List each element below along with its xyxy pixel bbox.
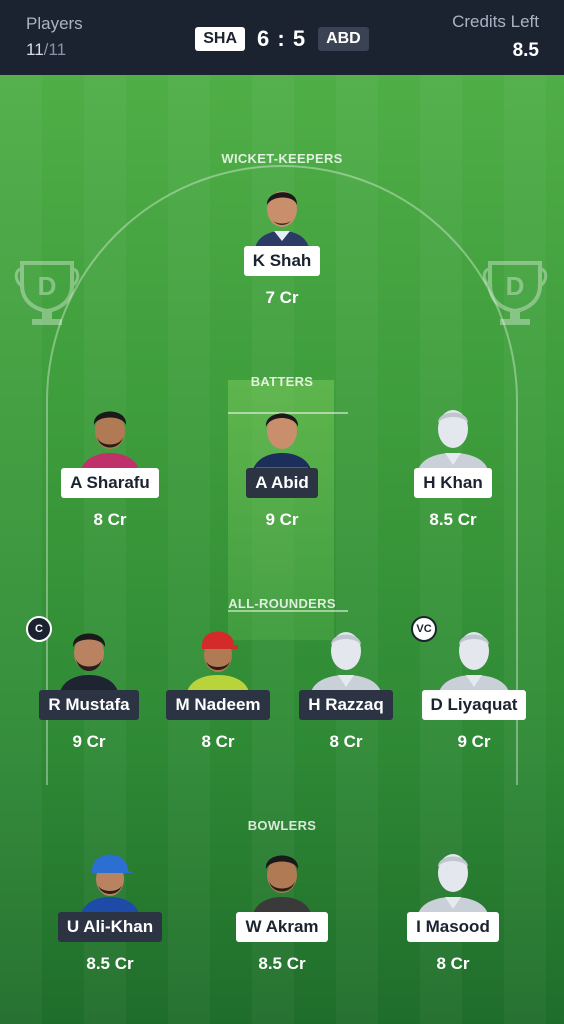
player-card-i-masood[interactable]: I Masood 8 Cr xyxy=(388,843,518,974)
player-credits: 9 Cr xyxy=(72,732,106,751)
player-name-chip: H Razzaq xyxy=(299,690,393,720)
svg-text:D: D xyxy=(506,271,525,301)
player-credits: 7 Cr xyxy=(265,288,299,307)
player-card-a-abid[interactable]: A Abid 9 Cr xyxy=(217,399,347,530)
player-card-u-ali-khan[interactable]: U Ali-Khan 8.5 Cr xyxy=(45,843,175,974)
player-credits: 8 Cr xyxy=(93,510,127,529)
player-silhouette-icon xyxy=(413,843,493,918)
player-photo-icon xyxy=(178,621,258,696)
credits-value: 8.5 xyxy=(512,40,539,61)
player-name-chip: R Mustafa xyxy=(39,690,139,720)
player-silhouette-icon xyxy=(413,399,493,474)
player-photo-icon xyxy=(70,843,150,918)
player-credits: 9 Cr xyxy=(265,510,299,529)
away-team-tag: ABD xyxy=(318,27,369,51)
player-photo-icon xyxy=(49,621,129,696)
player-credits: 9 Cr xyxy=(457,732,491,751)
player-card-k-shah[interactable]: K Shah 7 Cr xyxy=(217,177,347,308)
player-name-chip: W Akram xyxy=(236,912,328,942)
player-name-chip: K Shah xyxy=(243,246,321,276)
player-photo-icon xyxy=(242,843,322,918)
player-card-a-sharafu[interactable]: A Sharafu 8 Cr xyxy=(45,399,175,530)
player-name-chip: M Nadeem xyxy=(166,690,270,720)
player-name-chip: I Masood xyxy=(407,912,499,942)
section-title-bowlers: BOWLERS xyxy=(247,818,317,833)
dream-logo-icon-right: D xyxy=(482,261,548,325)
credits-left-block: Credits Left 8.5 xyxy=(452,12,539,62)
svg-text:D: D xyxy=(38,271,57,301)
player-credits: 8.5 Cr xyxy=(86,954,134,973)
player-card-d-liyaquat[interactable]: D Liyaquat 9 Cr xyxy=(409,621,539,752)
player-name-chip: H Khan xyxy=(414,468,492,498)
home-team-tag: SHA xyxy=(195,27,246,51)
player-name-chip: D Liyaquat xyxy=(421,690,527,720)
player-credits: 8 Cr xyxy=(201,732,235,751)
player-credits: 8.5 Cr xyxy=(258,954,306,973)
player-photo-icon xyxy=(70,399,150,474)
player-silhouette-icon xyxy=(306,621,386,696)
player-silhouette-icon xyxy=(434,621,514,696)
player-name-chip: A Sharafu xyxy=(61,468,159,498)
player-credits: 8.5 Cr xyxy=(429,510,477,529)
section-title-wicket-keepers: WICKET-KEEPERS xyxy=(221,151,343,166)
player-card-h-khan[interactable]: H Khan 8.5 Cr xyxy=(388,399,518,530)
player-card-w-akram[interactable]: W Akram 8.5 Cr xyxy=(217,843,347,974)
player-credits: 8 Cr xyxy=(436,954,470,973)
cricket-field: D D WICKET-KEEPERS BATTERS ALL-ROUNDERS … xyxy=(0,75,564,1024)
player-name-chip: A Abid xyxy=(246,468,318,498)
player-card-h-razzaq[interactable]: H Razzaq 8 Cr xyxy=(281,621,411,752)
player-photo-icon xyxy=(242,177,322,252)
player-photo-icon xyxy=(242,399,322,474)
player-card-m-nadeem[interactable]: M Nadeem 8 Cr xyxy=(153,621,283,752)
dream-logo-icon-left: D xyxy=(14,261,80,325)
player-name-chip: U Ali-Khan xyxy=(57,912,163,942)
section-title-all-rounders: ALL-ROUNDERS xyxy=(228,596,336,611)
team-header-bar: Players 11/11 SHA 6 : 5 ABD Credits Left… xyxy=(0,0,564,75)
player-card-r-mustafa[interactable]: R Mustafa 9 Cr xyxy=(24,621,154,752)
section-title-batters: BATTERS xyxy=(250,374,314,389)
player-credits: 8 Cr xyxy=(329,732,363,751)
team-player-split: 6 : 5 xyxy=(257,26,307,51)
credits-label: Credits Left xyxy=(452,12,539,31)
